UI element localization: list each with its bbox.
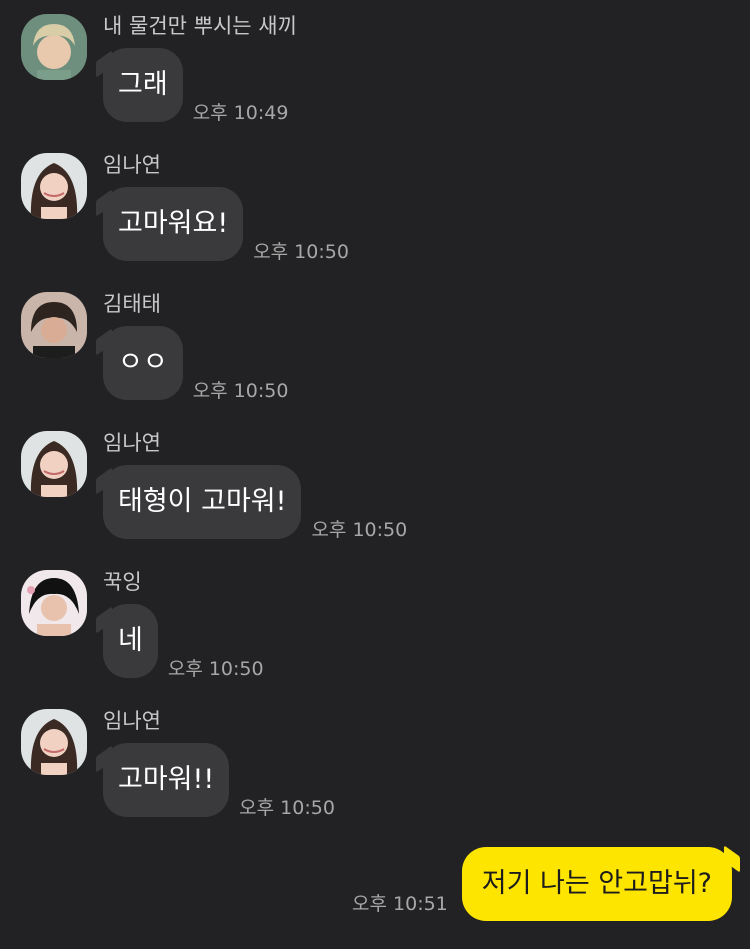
profile-photo-icon xyxy=(21,431,87,497)
my-message-row: 오후 10:51 저기 나는 안고맙뉘? xyxy=(352,847,732,921)
avatar[interactable] xyxy=(21,431,87,497)
message-time: 오후 10:50 xyxy=(311,519,408,541)
sender-name: 내 물건만 뿌시는 새끼 xyxy=(103,14,297,38)
avatar[interactable] xyxy=(21,570,87,636)
avatar[interactable] xyxy=(21,14,87,80)
message-bubble[interactable]: 네 xyxy=(103,604,158,678)
profile-photo-icon xyxy=(21,570,87,636)
sender-name: 임나연 xyxy=(103,153,161,177)
sender-name: 꾹잉 xyxy=(103,570,142,594)
message-time: 오후 10:51 xyxy=(352,893,448,915)
avatar[interactable] xyxy=(21,709,87,775)
bubble-row: 네 오후 10:50 xyxy=(103,604,264,680)
bubble-row: 고마워요! 오후 10:50 xyxy=(103,187,349,263)
message-bubble[interactable]: ㅇㅇ xyxy=(103,326,183,400)
profile-photo-icon xyxy=(21,153,87,219)
message-bubble[interactable]: 고마워!! xyxy=(103,743,230,817)
message-time: 오후 10:50 xyxy=(167,658,264,680)
avatar[interactable] xyxy=(21,292,87,358)
message-bubble[interactable]: 고마워요! xyxy=(103,187,244,261)
profile-photo-icon xyxy=(21,14,87,80)
profile-photo-icon xyxy=(21,709,87,775)
message-time: 오후 10:49 xyxy=(192,102,289,124)
my-message-bubble[interactable]: 저기 나는 안고맙뉘? xyxy=(461,847,732,921)
avatar[interactable] xyxy=(21,153,87,219)
sender-name: 임나연 xyxy=(103,431,161,455)
message-bubble[interactable]: 그래 xyxy=(103,48,183,122)
bubble-row: 태형이 고마워! 오후 10:50 xyxy=(103,465,408,541)
bubble-row: 그래 오후 10:49 xyxy=(103,48,289,124)
profile-photo-icon xyxy=(21,292,87,358)
bubble-row: 고마워!! 오후 10:50 xyxy=(103,743,335,819)
message-bubble[interactable]: 태형이 고마워! xyxy=(103,465,302,539)
message-time: 오후 10:50 xyxy=(239,797,335,819)
message-time: 오후 10:50 xyxy=(253,241,349,263)
bubble-row: ㅇㅇ 오후 10:50 xyxy=(103,326,289,402)
sender-name: 김태태 xyxy=(103,292,161,316)
sender-name: 임나연 xyxy=(103,709,161,733)
message-time: 오후 10:50 xyxy=(192,380,289,402)
